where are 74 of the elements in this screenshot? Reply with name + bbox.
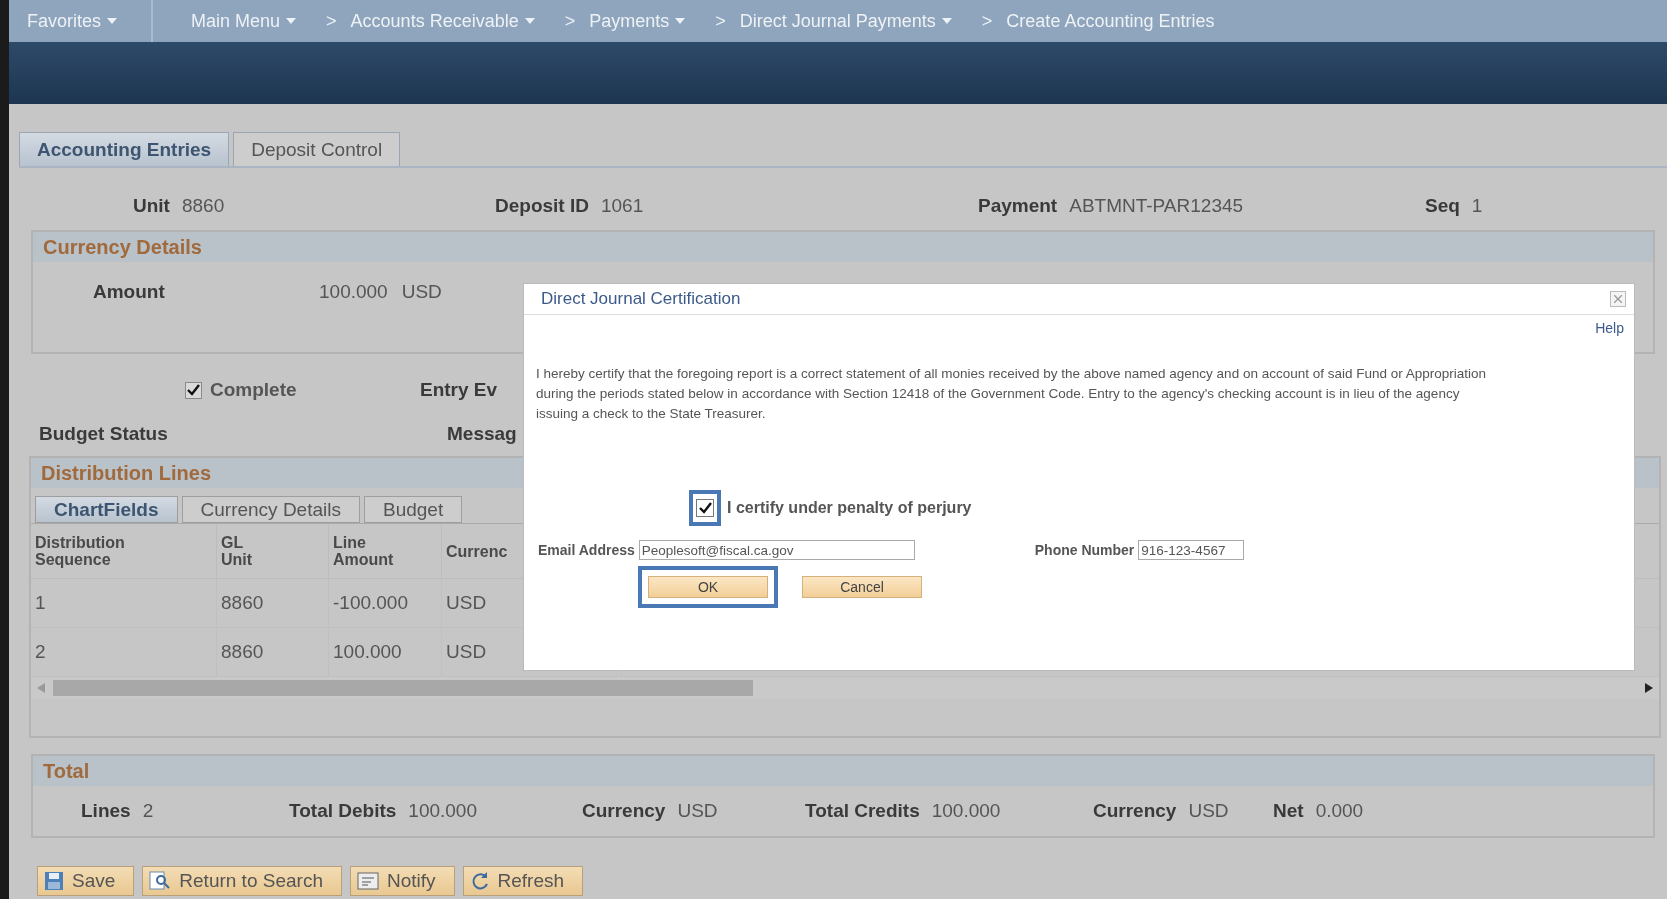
field-value: ABTMNT-PAR12345 xyxy=(1069,195,1244,217)
checkbox-label: I certify under penalty of perjury xyxy=(727,499,972,517)
email-field[interactable]: Peoplesoft@fiscal.ca.gov xyxy=(638,540,915,560)
column-header: GL Unit xyxy=(217,524,329,579)
breadcrumb-separator: > xyxy=(564,10,576,32)
grid-tab[interactable]: ChartFields xyxy=(35,496,178,523)
field-label: Unit xyxy=(133,195,170,217)
breadcrumb-separator: > xyxy=(715,10,726,32)
table-cell: 8860 xyxy=(217,579,329,628)
certify-checkbox[interactable] xyxy=(696,499,714,517)
table-cell: -100.000 xyxy=(329,579,442,628)
field-label: Payment xyxy=(978,195,1058,217)
certification-text: I hereby certify that the foregoing report is a correct statement of all monies received by the above named agency and on account of said Fund or Appropriation during the periods stated below in accordance with Section 12418 of the Government Code. Entry to the agency's checking account is in lieu of the agency issuing a check to the State Treasurer. xyxy=(536,365,1488,423)
scroll-right-icon[interactable] xyxy=(1645,683,1653,693)
toolbar-button[interactable]: Save xyxy=(37,866,135,896)
caret-icon xyxy=(286,18,297,24)
scrollbar-thumb[interactable] xyxy=(53,680,753,696)
toolbar-button[interactable]: Notify xyxy=(349,866,455,896)
caret-icon xyxy=(941,18,952,24)
field-value: 100.000 xyxy=(931,800,1001,822)
field-value: USD xyxy=(677,800,718,822)
field-value: 100.000 xyxy=(408,800,477,822)
field-label: Deposit ID xyxy=(495,195,589,217)
checkbox-label: Complete xyxy=(210,379,298,401)
field-label: Net xyxy=(1273,800,1304,822)
field-label: Lines xyxy=(81,800,131,822)
field-label: Total Debits xyxy=(289,800,397,822)
amount-label: Amount xyxy=(93,281,166,303)
section-title: Total xyxy=(33,756,1653,786)
page-tab[interactable]: Accounting Entries xyxy=(19,132,230,166)
amount-value: 100.000 xyxy=(319,281,388,303)
section-title: Currency Details xyxy=(33,232,1653,262)
scroll-left-icon[interactable] xyxy=(37,683,45,693)
toolbar-button[interactable]: Refresh xyxy=(462,866,584,896)
close-icon xyxy=(1614,295,1622,303)
message-icon xyxy=(356,872,379,890)
dialog-button[interactable]: OK xyxy=(648,576,768,598)
help-link[interactable]: Help xyxy=(524,315,1634,336)
complete-checkbox[interactable] xyxy=(185,381,202,399)
field-value: 8860 xyxy=(181,195,225,217)
column-header: Distribution Sequence xyxy=(31,524,217,579)
field-label: Budget Status xyxy=(39,423,169,445)
field-value: USD xyxy=(1188,800,1229,822)
field-value: 1 xyxy=(1471,195,1483,217)
search-icon xyxy=(149,871,172,891)
dialog-title: Direct Journal Certification xyxy=(541,289,741,309)
grid-tab[interactable]: Currency Details xyxy=(181,496,360,523)
close-button[interactable] xyxy=(1610,291,1626,307)
caret-icon xyxy=(107,18,118,24)
field-label: Entry Ev xyxy=(420,379,498,401)
toolbar-button[interactable]: Return to Search xyxy=(142,866,342,896)
breadcrumb-separator: > xyxy=(326,10,337,32)
caret-icon xyxy=(524,18,535,24)
page-tab[interactable]: Deposit Control xyxy=(233,132,401,166)
save-icon xyxy=(44,871,64,891)
field-label: Currency xyxy=(582,800,666,822)
field-label: Currency xyxy=(1093,800,1177,822)
column-header: Line Amount xyxy=(329,524,442,579)
phone-field[interactable]: 916-123-4567 xyxy=(1138,540,1245,560)
dialog-button[interactable]: Cancel xyxy=(802,576,922,598)
field-label: Messag xyxy=(447,423,517,445)
field-value: 0.000 xyxy=(1315,800,1364,822)
checkmark-icon xyxy=(187,384,200,396)
checkmark-icon xyxy=(698,502,712,514)
caret-icon xyxy=(675,18,686,24)
field-value: 2 xyxy=(142,800,154,822)
field-label: Seq xyxy=(1425,195,1460,217)
field-label: Total Credits xyxy=(805,800,920,822)
currency-value: USD xyxy=(401,281,442,303)
phone-label: Phone Number xyxy=(1034,542,1135,558)
breadcrumb-separator: > xyxy=(981,10,993,32)
field-value: 1061 xyxy=(600,195,644,217)
table-cell: 1 xyxy=(31,579,217,628)
grid-tab[interactable]: Budget xyxy=(363,496,463,523)
